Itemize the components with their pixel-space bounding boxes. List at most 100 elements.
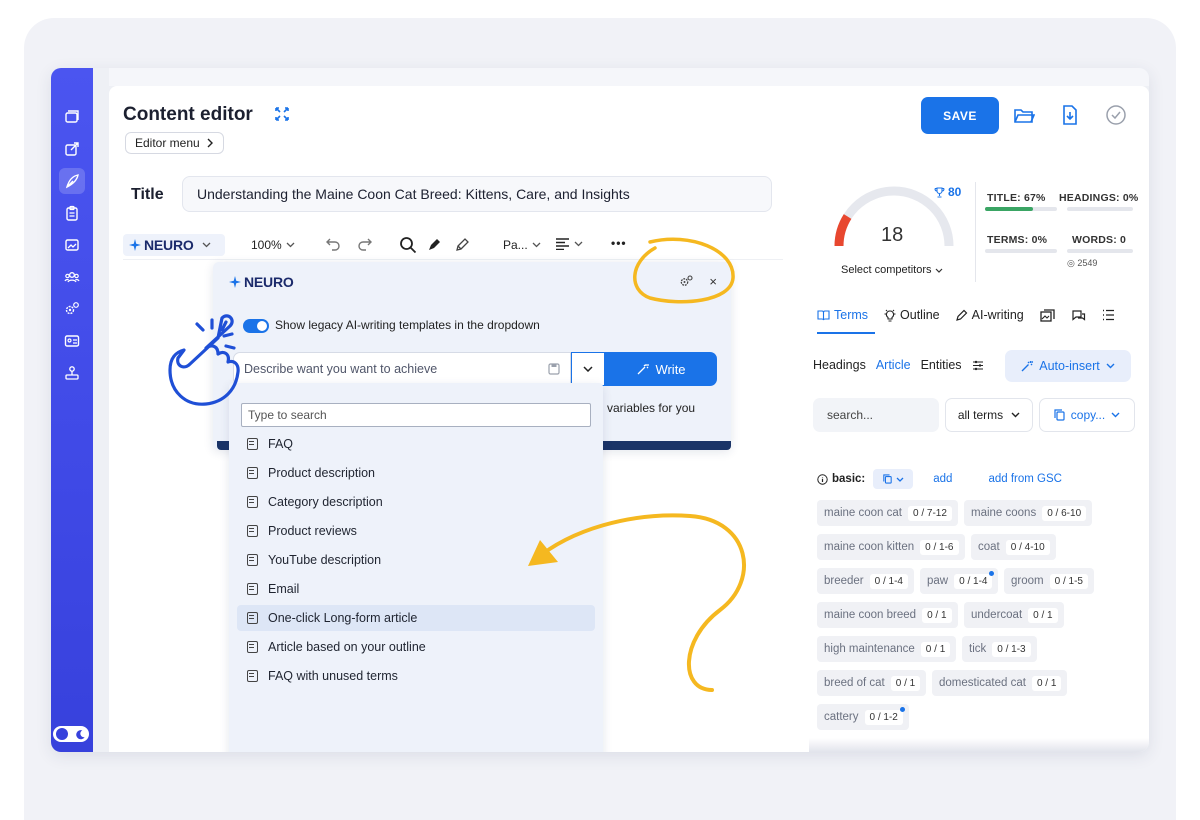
term-chip[interactable]: undercoat 0 / 1: [964, 602, 1064, 628]
title-metric-fill: [985, 207, 1034, 211]
term-chip[interactable]: high maintenance 0 / 1: [817, 636, 957, 662]
title-input[interactable]: Understanding the Maine Coon Cat Breed: …: [182, 176, 772, 212]
basic-label-text: basic:: [832, 473, 866, 485]
chevron-right-icon: [207, 138, 213, 148]
settings-gears-icon[interactable]: [59, 296, 85, 322]
tab-outline[interactable]: Outline: [884, 308, 940, 322]
term-chip[interactable]: domesticated cat 0 / 1: [932, 670, 1068, 696]
term-name: cattery: [824, 711, 859, 723]
hierarchy-icon[interactable]: [59, 360, 85, 386]
template-item-highlighted[interactable]: One-click Long-form article: [237, 605, 595, 631]
all-terms-select[interactable]: all terms: [945, 398, 1033, 432]
template-item[interactable]: FAQ: [237, 431, 595, 457]
paragraph-select[interactable]: Pa...: [503, 238, 541, 252]
copy-select[interactable]: copy...: [1039, 398, 1135, 432]
template-item[interactable]: Article based on your outline: [237, 634, 595, 660]
term-count: 0 / 6-10: [1042, 505, 1087, 521]
document-icon: [247, 641, 258, 653]
template-item[interactable]: Email: [237, 576, 595, 602]
template-search-input[interactable]: Type to search: [241, 403, 591, 427]
redo-icon[interactable]: [357, 237, 373, 251]
auto-insert-label: Auto-insert: [1039, 359, 1100, 373]
save-disk-icon[interactable]: [548, 363, 560, 375]
term-chip[interactable]: maine coon breed 0 / 1: [817, 602, 958, 628]
terms-search-input[interactable]: search...: [813, 398, 939, 432]
marker-icon[interactable]: [427, 237, 442, 252]
chat-icon[interactable]: [1071, 309, 1086, 322]
tab-terms[interactable]: Terms: [817, 308, 868, 322]
basic-copy-dropdown[interactable]: [873, 469, 914, 489]
zoom-value: 100%: [251, 238, 282, 252]
settings-icon[interactable]: [679, 274, 693, 288]
subtab-article[interactable]: Article: [876, 358, 911, 372]
auto-insert-button[interactable]: Auto-insert: [1005, 350, 1131, 382]
filter-sliders-icon[interactable]: [972, 360, 984, 371]
term-chip[interactable]: coat 0 / 4-10: [971, 534, 1056, 560]
template-item-label: Email: [268, 582, 300, 596]
editor-menu-button[interactable]: Editor menu: [125, 132, 224, 154]
template-item[interactable]: YouTube description: [237, 547, 595, 573]
more-options-button[interactable]: •••: [611, 236, 627, 250]
term-chip[interactable]: breeder 0 / 1-4: [817, 568, 914, 594]
align-select[interactable]: [555, 238, 583, 250]
chevron-down-icon: [936, 268, 943, 273]
subtab-entities[interactable]: Entities: [921, 358, 962, 372]
search-icon[interactable]: [399, 236, 417, 254]
users-icon[interactable]: [59, 264, 85, 290]
term-chip[interactable]: paw 0 / 1-4: [920, 568, 999, 594]
document-icon: [247, 554, 258, 566]
term-chip[interactable]: maine coons 0 / 6-10: [964, 500, 1093, 526]
align-left-icon: [556, 238, 569, 250]
template-item-label: YouTube description: [268, 553, 382, 567]
neuro-toolbar-button[interactable]: NEURO: [123, 234, 225, 256]
image-chart-icon[interactable]: [59, 232, 85, 258]
feather-icon[interactable]: [59, 168, 85, 194]
term-count: 0 / 1-4: [954, 573, 993, 589]
list-icon[interactable]: [1102, 309, 1115, 321]
template-dropdown-button[interactable]: [571, 352, 605, 386]
legacy-templates-toggle[interactable]: [243, 319, 269, 333]
term-chip[interactable]: maine coon kitten 0 / 1-6: [817, 534, 965, 560]
terms-metric: TERMS: 0%: [987, 234, 1048, 246]
gallery-icon[interactable]: [1040, 308, 1055, 322]
top-strip: [109, 68, 1149, 86]
add-from-gsc-link[interactable]: add from GSC: [988, 473, 1062, 485]
panel-tabs: Terms Outline AI-writing: [817, 308, 1115, 322]
tab-ai-writing[interactable]: AI-writing: [955, 308, 1024, 322]
template-item-label: Product description: [268, 466, 376, 480]
term-chip[interactable]: tick 0 / 1-3: [962, 636, 1037, 662]
select-competitors-button[interactable]: Select competitors: [841, 264, 943, 276]
term-count: 0 / 1: [1031, 675, 1062, 691]
folders-icon[interactable]: [59, 104, 85, 130]
template-item[interactable]: Product description: [237, 460, 595, 486]
term-name: tick: [969, 643, 987, 655]
term-count: 0 / 1: [1028, 607, 1058, 623]
template-item[interactable]: FAQ with unused terms: [237, 663, 595, 689]
copy-icon: [883, 474, 892, 484]
id-card-icon[interactable]: [59, 328, 85, 354]
sparkle-icon: [129, 239, 141, 251]
close-popup-button[interactable]: ×: [709, 274, 717, 289]
theme-toggle[interactable]: [53, 726, 89, 742]
term-chip[interactable]: breed of cat 0 / 1: [817, 670, 927, 696]
clipboard-icon[interactable]: [59, 200, 85, 226]
template-item[interactable]: Product reviews: [237, 518, 595, 544]
share-icon[interactable]: [59, 136, 85, 162]
prompt-input[interactable]: Describe want you want to achieve: [233, 352, 571, 386]
pencil-icon[interactable]: [455, 237, 470, 252]
zoom-select[interactable]: 100%: [251, 238, 295, 252]
expand-icon[interactable]: [275, 107, 289, 121]
chevron-down-icon: [202, 242, 211, 248]
term-chip[interactable]: cattery 0 / 1-2: [817, 704, 909, 730]
copy-icon: [1054, 409, 1065, 421]
add-term-link[interactable]: add: [933, 473, 952, 485]
term-chip[interactable]: groom 0 / 1-5: [1004, 568, 1094, 594]
chevron-down-icon: [574, 241, 583, 247]
term-chip[interactable]: maine coon cat 0 / 7-12: [817, 500, 958, 526]
info-icon: [817, 473, 828, 485]
undo-icon[interactable]: [325, 237, 341, 251]
write-button[interactable]: Write: [605, 352, 717, 386]
template-item[interactable]: Category description: [237, 489, 595, 515]
subtab-headings[interactable]: Headings: [813, 358, 866, 372]
words-metric: WORDS: 0: [1072, 234, 1127, 246]
